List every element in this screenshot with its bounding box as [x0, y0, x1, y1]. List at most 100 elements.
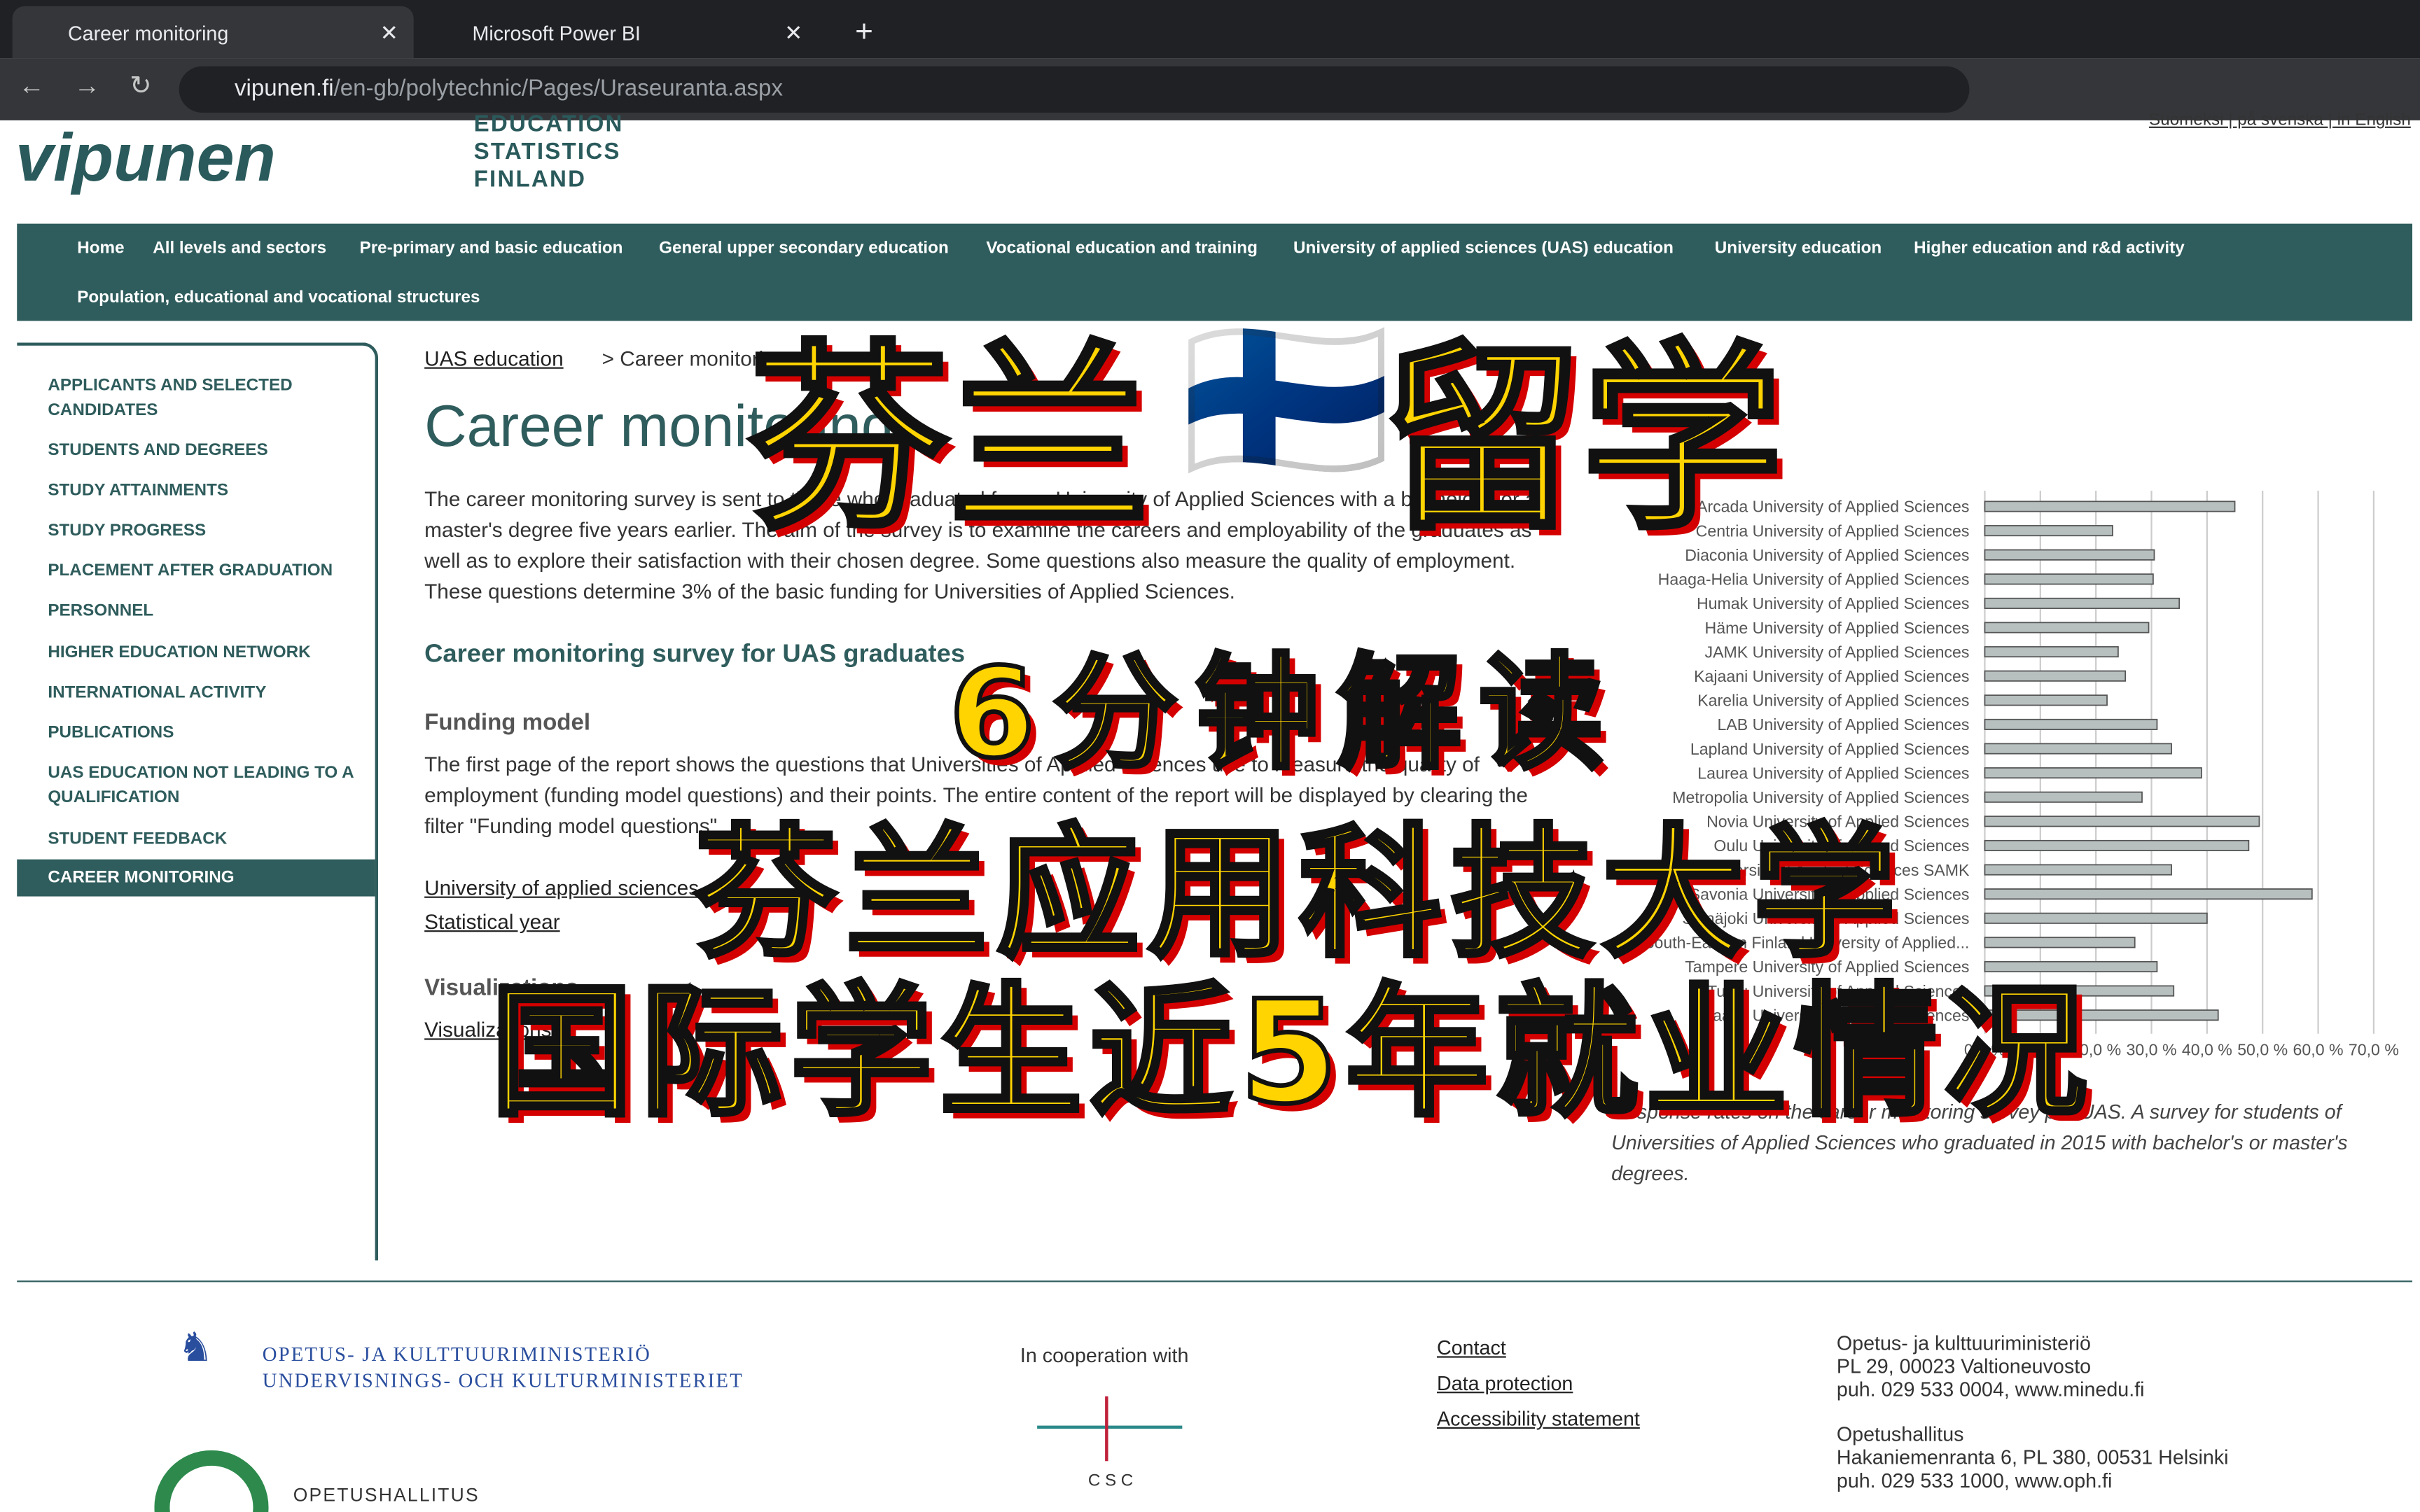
url-host: vipunen.fi [235, 76, 334, 102]
sidebar-item[interactable]: UAS EDUCATION NOT LEADING TO A QUALIFICA… [48, 761, 356, 811]
address-line: puh. 029 533 1000, www.oph.fi [1836, 1469, 2113, 1492]
finland-flag-icon: 🇫🇮 [1181, 305, 1393, 496]
nav-item[interactable]: University education [1715, 239, 1882, 258]
funding-heading: Funding model [424, 709, 591, 736]
bar [1984, 694, 2108, 706]
tick-label: 30,0 % [2127, 1041, 2177, 1059]
oph-logo-icon [154, 1450, 269, 1512]
sidebar-item[interactable]: INTERNATIONAL ACTIVITY [48, 680, 356, 705]
category-label: LAB University of Applied Sciences [1718, 715, 1970, 734]
bar [1984, 670, 2127, 682]
tab-power-bi[interactable]: Microsoft Power BI ✕ [417, 6, 818, 59]
address-line: Hakaniemenranta 6, PL 380, 00531 Helsink… [1836, 1446, 2229, 1469]
category-label: Lapland University of Applied Sciences [1690, 740, 1970, 758]
bar [1984, 646, 2119, 658]
bar [1984, 597, 2181, 609]
reload-icon[interactable]: ↻ [130, 71, 151, 102]
url-path: /en-gb/polytechnic/Pages/Uraseuranta.asp… [333, 76, 783, 102]
contact-link[interactable]: Contact [1437, 1336, 1506, 1359]
tab-label: Microsoft Power BI [472, 20, 641, 44]
overlay-title-a: 芬兰 [746, 320, 1153, 559]
csc-logo-mark [1105, 1396, 1108, 1462]
overlay-line2: 6分钟解读 [947, 640, 1622, 788]
oph-name: OPETUSHALLITUS [293, 1484, 480, 1506]
sidebar-item[interactable]: PUBLICATIONS [48, 720, 356, 745]
nav-item[interactable]: All levels and sectors [153, 239, 326, 258]
category-label: Häme University of Applied Sciences [1705, 619, 1970, 637]
bar [1984, 573, 2154, 585]
address-line: Opetushallitus [1836, 1422, 1964, 1446]
sidebar-item[interactable]: STUDENT FEEDBACK [48, 827, 356, 851]
sidebar: APPLICANTS AND SELECTED CANDIDATES STUDE… [17, 342, 379, 1261]
category-label: Karelia University of Applied Sciences [1697, 692, 1969, 710]
nav-item[interactable]: Vocational education and training [986, 239, 1258, 258]
bar [1984, 839, 2250, 852]
category-label: Humak University of Applied Sciences [1697, 594, 1969, 612]
category-label: Kajaani University of Applied Sciences [1694, 667, 1969, 685]
sidebar-item[interactable]: STUDY PROGRESS [48, 519, 356, 543]
vipunen-logo[interactable]: vipunen [15, 120, 276, 197]
lion-emblem-icon: ♞ [177, 1324, 214, 1371]
accessibility-link[interactable]: Accessibility statement [1437, 1407, 1640, 1430]
screen: Career monitoring ✕ Microsoft Power BI ✕ +… [0, 0, 2420, 1512]
nav-item[interactable]: Higher education and r&d activity [1914, 239, 2185, 258]
bar [1984, 791, 2143, 803]
overlay-line4: 国际学生近5年就业情况 [489, 968, 2094, 1138]
nav-item[interactable]: General upper secondary education [659, 239, 949, 258]
bar [1984, 718, 2158, 730]
new-tab-button[interactable]: + [833, 6, 894, 59]
csc-label: CSC [1087, 1471, 1138, 1491]
bar [1984, 622, 2150, 634]
tab-label: Career monitoring [67, 20, 229, 44]
ministry-sv: UNDERVISNINGS- OCH KULTURMINISTERIET [262, 1368, 744, 1392]
overlay-title-b: 留学 [1379, 320, 1785, 559]
tab-bar: Career monitoring ✕ Microsoft Power BI ✕ + [0, 0, 2420, 59]
filter-link-uas[interactable]: University of applied sciences [424, 876, 699, 899]
tick-label: 40,0 % [2182, 1041, 2232, 1059]
back-icon[interactable]: ← [18, 71, 44, 102]
address-bar: ← → ↻ vipunen.fi/en-gb/polytechnic/Pages… [0, 58, 2420, 120]
sidebar-item[interactable]: STUDENTS AND DEGREES [48, 438, 356, 463]
bar [1984, 864, 2172, 876]
footer-divider [17, 1280, 2413, 1282]
language-links[interactable]: Suomeksi | på svenska | in English [2149, 111, 2411, 130]
forward-icon[interactable]: → [74, 71, 100, 102]
nav-item[interactable]: Pre-primary and basic education [360, 239, 623, 258]
sidebar-item[interactable]: STUDY ATTAINMENTS [48, 478, 356, 503]
cooperation-text: In cooperation with [1020, 1343, 1189, 1367]
bar [1984, 549, 2155, 561]
logo-subtitle: EDUCATION STATISTICS FINLAND [473, 111, 624, 193]
sidebar-item[interactable]: PLACEMENT AFTER GRADUATION [48, 559, 356, 583]
nav-item[interactable]: University of applied sciences (UAS) edu… [1293, 239, 1674, 258]
close-icon[interactable]: ✕ [380, 20, 398, 46]
nav-item[interactable]: Population, educational and vocational s… [77, 288, 480, 307]
bar [1984, 743, 2172, 755]
filter-link-year[interactable]: Statistical year [424, 910, 560, 933]
sidebar-item[interactable]: PERSONNEL [48, 598, 356, 623]
breadcrumb-link[interactable]: UAS education [424, 347, 564, 370]
bar [1984, 888, 2313, 900]
address-line: PL 29, 00023 Valtioneuvosto [1836, 1354, 2092, 1378]
bar [1984, 912, 2208, 924]
bar [1984, 500, 2236, 512]
tab-career-monitoring[interactable]: Career monitoring ✕ [12, 6, 414, 59]
bar [1984, 767, 2202, 779]
sidebar-item-career-monitoring[interactable]: CAREER MONITORING [17, 859, 375, 897]
tick-label: 50,0 % [2237, 1041, 2288, 1059]
address-line: Opetus- ja kulttuuriministeriö [1836, 1331, 2091, 1355]
data-protection-link[interactable]: Data protection [1437, 1371, 1573, 1394]
category-label: JAMK University of Applied Sciences [1705, 643, 1970, 661]
section-heading: Career monitoring survey for UAS graduat… [424, 640, 966, 668]
close-icon[interactable]: ✕ [784, 20, 802, 46]
bar [1984, 816, 2260, 827]
address-oph: Opetushallitus Hakaniemenranta 6, PL 380,… [1837, 1422, 2229, 1492]
url-input[interactable]: vipunen.fi/en-gb/polytechnic/Pages/Urase… [179, 66, 1970, 113]
sidebar-item[interactable]: HIGHER EDUCATION NETWORK [48, 640, 356, 665]
address-ministry: Opetus- ja kulttuuriministeriö PL 29, 000… [1837, 1331, 2145, 1401]
category-label: Haaga-Helia University of Applied Scienc… [1658, 570, 1970, 589]
ministry-fi: OPETUS- JA KULTTUURIMINISTERIÖ [262, 1342, 652, 1366]
address-line: puh. 029 533 0004, www.minedu.fi [1836, 1378, 2145, 1401]
sidebar-item[interactable]: APPLICANTS AND SELECTED CANDIDATES [48, 373, 356, 423]
nav-item[interactable]: Home [77, 239, 124, 258]
tick-label: 70,0 % [2349, 1041, 2399, 1059]
